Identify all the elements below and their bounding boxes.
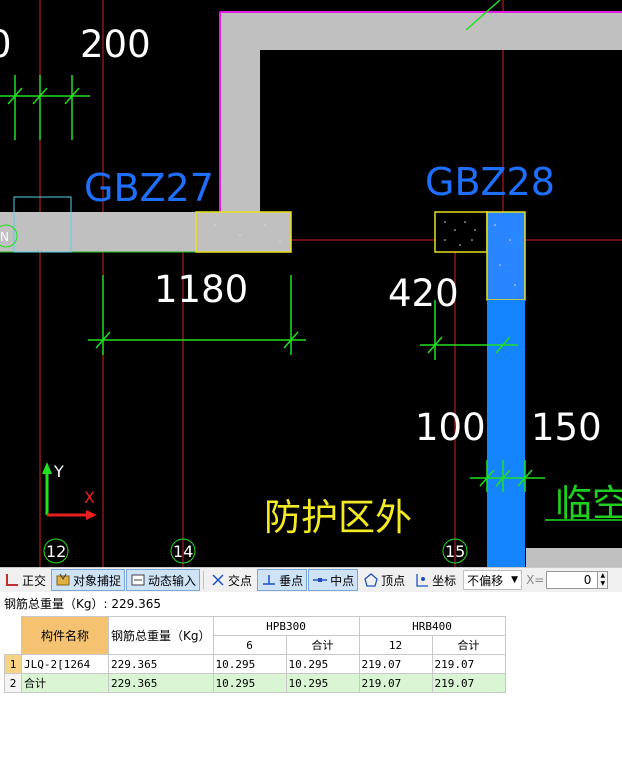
table-row[interactable]: 1 JLQ-2[1264 229.365 10.295 10.295 219.0… xyxy=(4,654,506,674)
object-snap-button[interactable]: 对象捕捉 xyxy=(51,569,126,591)
table-row-total[interactable]: 2 合计 229.365 10.295 10.295 219.07 219.07 xyxy=(4,673,506,693)
ortho-icon xyxy=(6,574,18,586)
axis-number-15: 15 xyxy=(445,542,465,561)
midpoint-icon xyxy=(313,578,328,582)
toolbar-separator xyxy=(203,571,205,589)
ortho-button[interactable]: 正交 xyxy=(0,569,50,591)
ucs-x-label: X xyxy=(84,488,95,507)
ucs-y-label: Y xyxy=(53,462,64,481)
column-gbz27[interactable] xyxy=(195,211,292,253)
snap-toolbar: 正交 对象捕捉 动态输入 交点 垂点 中点 顶点 坐标 不偏移 ▼ X= 0 ▲… xyxy=(0,567,622,593)
col-header-total-weight[interactable]: 钢筋总重量（Kg） xyxy=(108,616,214,655)
column-gbz28[interactable] xyxy=(486,211,526,301)
table-cell[interactable]: 合计 xyxy=(21,673,109,693)
vertex-icon xyxy=(364,573,378,587)
object-snap-icon xyxy=(56,573,70,586)
table-cell[interactable]: 10.295 xyxy=(285,654,360,674)
intersection-icon xyxy=(212,574,224,586)
axis-number-14: 14 xyxy=(173,542,193,561)
object-snap-label: 对象捕捉 xyxy=(73,573,122,588)
col-header-diameter[interactable]: 12 xyxy=(358,635,433,655)
dim-text: 1180 xyxy=(154,268,248,311)
x-coordinate-label: X= xyxy=(526,573,545,587)
offset-mode-select[interactable]: 不偏移 ▼ xyxy=(463,570,523,590)
ortho-label: 正交 xyxy=(22,573,47,588)
col-header-subtotal[interactable]: 合计 xyxy=(431,635,506,655)
table-cell[interactable]: 219.07 xyxy=(431,673,506,693)
ucs-x-arrow xyxy=(86,510,97,520)
table-cell[interactable]: 229.365 xyxy=(108,673,214,693)
x-coordinate-input[interactable]: 0 xyxy=(546,571,599,589)
dim-text: 100 xyxy=(415,406,486,449)
ucs-y-arrow xyxy=(42,462,52,474)
vertex-snap-button[interactable]: 顶点 xyxy=(359,569,409,591)
x-spinner[interactable]: ▲ ▼ xyxy=(598,571,609,589)
intersection-snap-button[interactable]: 交点 xyxy=(206,569,256,591)
north-mark: N xyxy=(0,230,9,244)
col-group-hpb300: HPB300 xyxy=(212,616,360,636)
dynamic-input-icon xyxy=(131,574,145,586)
col-header-diameter[interactable]: 6 xyxy=(212,635,287,655)
chevron-down-icon: ▼ xyxy=(511,575,519,585)
dynamic-input-button[interactable]: 动态输入 xyxy=(126,569,201,591)
wall-bottom[interactable] xyxy=(526,548,622,567)
dim-text: 200 xyxy=(80,23,151,66)
coordinate-icon xyxy=(416,574,429,587)
coordinate-label: 坐标 xyxy=(432,573,457,588)
wall-left[interactable] xyxy=(0,212,196,252)
zone-label: 防护区外 xyxy=(264,496,412,539)
table-cell[interactable]: 10.295 xyxy=(212,654,287,674)
table-cell[interactable]: 229.365 xyxy=(108,654,214,674)
midpoint-label: 中点 xyxy=(330,573,355,588)
offset-mode-value: 不偏移 xyxy=(467,573,504,588)
col-header-name[interactable]: 构件名称 xyxy=(21,616,109,655)
rebar-table: 构件名称 钢筋总重量（Kg） HPB300 HRB400 6 合计 12 合计 … xyxy=(4,616,506,693)
dynamic-input-label: 动态输入 xyxy=(148,573,197,588)
row-number: 2 xyxy=(4,673,22,693)
column-gbz28-head[interactable] xyxy=(434,211,488,253)
vertex-label: 顶点 xyxy=(381,573,406,588)
column-gbz28-wall[interactable] xyxy=(487,300,525,567)
col-header-subtotal[interactable]: 合计 xyxy=(285,635,360,655)
component-tag-gbz28[interactable]: GBZ28 xyxy=(425,160,555,204)
table-cell[interactable]: 219.07 xyxy=(431,654,506,674)
perpendicular-label: 垂点 xyxy=(279,573,304,588)
table-cell[interactable]: 10.295 xyxy=(212,673,287,693)
wall-top[interactable] xyxy=(220,12,622,212)
table-cell[interactable]: 219.07 xyxy=(358,673,433,693)
weight-summary: 钢筋总重量（Kg）: 229.365 xyxy=(0,592,622,616)
midpoint-snap-button[interactable]: 中点 xyxy=(308,569,359,591)
intersection-label: 交点 xyxy=(228,573,253,588)
perpendicular-snap-button[interactable]: 垂点 xyxy=(257,569,308,591)
dim-text: 150 xyxy=(531,406,602,449)
row-number: 1 xyxy=(4,654,22,674)
dim-text: 420 xyxy=(388,272,459,315)
dim-text: 0 xyxy=(0,23,12,66)
drawing-svg[interactable]: Y X 12 14 15 N 0 200 1180 420 100 150 GB… xyxy=(0,0,622,567)
corner-cell xyxy=(4,616,22,655)
table-cell[interactable]: JLQ-2[1264 xyxy=(21,654,109,674)
zone-label: 临空 xyxy=(555,482,622,525)
cad-canvas[interactable]: Y X 12 14 15 N 0 200 1180 420 100 150 GB… xyxy=(0,0,622,567)
table-cell[interactable]: 10.295 xyxy=(285,673,360,693)
weight-summary-text: 钢筋总重量（Kg）: 229.365 xyxy=(4,597,161,611)
col-group-hrb400: HRB400 xyxy=(358,616,506,636)
perpendicular-icon xyxy=(263,575,276,585)
axis-number-12: 12 xyxy=(46,542,66,561)
table-cell[interactable]: 219.07 xyxy=(358,654,433,674)
coordinate-snap-button[interactable]: 坐标 xyxy=(410,569,460,591)
component-tag-gbz27[interactable]: GBZ27 xyxy=(84,166,214,210)
